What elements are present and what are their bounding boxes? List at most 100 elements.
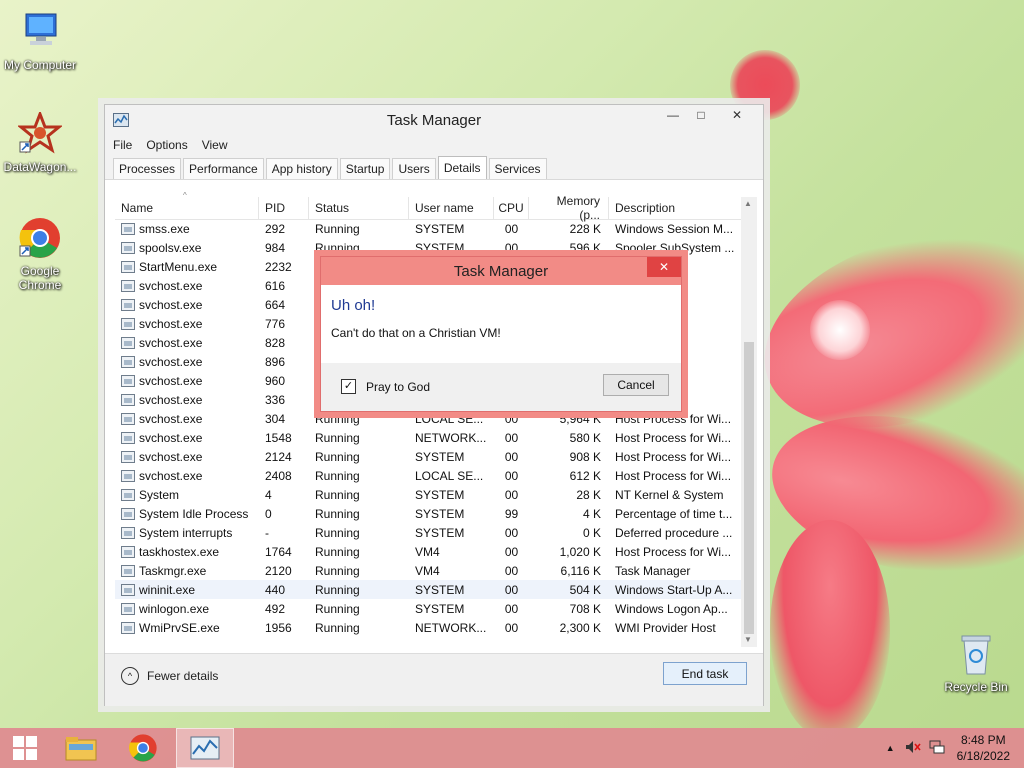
table-row[interactable]: System 4 Running SYSTEM 00 28 K NT Kernel & Sy… [115,485,741,504]
tab-services[interactable]: Services [488,158,547,179]
process-name-text: svchost.exe [139,297,203,312]
dialog-body: Uh oh! Can't do that on a Christian VM! [321,285,681,363]
process-name: svchost.exe [115,355,259,369]
tab-details[interactable]: Details [437,156,487,179]
tab-users[interactable]: Users [392,158,436,179]
checkbox-checked-icon: ✓ [341,379,356,394]
desktop-icon-google-chrome[interactable]: Google Chrome [0,216,80,292]
process-cpu: 00 [504,240,519,255]
process-description: Host Process for Wi... [615,449,732,464]
menu-options[interactable]: Options [146,138,187,152]
taskbar-chrome[interactable] [118,728,168,768]
process-icon [121,279,135,292]
process-pid: 1764 [265,544,292,559]
process-name-text: svchost.exe [139,354,203,369]
table-row[interactable]: svchost.exe 1548 Running NETWORK... 00 580 K H… [115,428,741,447]
taskbar-task-manager[interactable] [176,728,234,768]
speaker-muted-icon[interactable] [905,740,921,757]
maximize-button[interactable]: □ [687,105,715,125]
table-row[interactable]: System Idle Process 0 Running SYSTEM 99 4 K Pe… [115,504,741,523]
process-name: svchost.exe [115,298,259,312]
table-row[interactable]: smss.exe 292 Running SYSTEM 00 228 K Windows S… [115,219,741,238]
scroll-up-icon[interactable]: ▲ [744,199,752,208]
vertical-scrollbar[interactable]: ▲ ▼ [741,197,757,647]
desktop-icon-my-computer[interactable]: My Computer [0,10,80,72]
chrome-icon [18,216,62,260]
table-row[interactable]: svchost.exe 2408 Running LOCAL SE... 00 612 K… [115,466,741,485]
process-name: wininit.exe [115,583,259,597]
show-hidden-icons-icon[interactable]: ▲ [886,743,895,753]
process-pid: 1956 [265,620,292,635]
table-row[interactable]: System interrupts - Running SYSTEM 00 0 K Defe… [115,523,741,542]
scroll-down-icon[interactable]: ▼ [744,635,752,644]
process-pid: 1548 [265,430,292,445]
process-user: SYSTEM [415,221,465,236]
column-header-user-name[interactable]: User name [409,197,494,219]
process-description: Host Process for Wi... [615,468,732,483]
end-task-button[interactable]: End task [663,662,747,685]
process-name-text: svchost.exe [139,468,203,483]
clock[interactable]: 8:48 PM 6/18/2022 [957,732,1010,764]
column-header-pid[interactable]: PID [259,197,309,219]
column-header-memory[interactable]: Memory (p... [529,194,609,222]
process-name-text: wininit.exe [139,582,196,597]
desktop-icon-label: Recycle Bin [944,680,1008,694]
window-titlebar[interactable]: Task Manager — □ ✕ [105,105,763,135]
dialog-footer: ✓ Pray to God Cancel [321,363,681,411]
process-name: spoolsv.exe [115,241,259,255]
process-pid: 2232 [265,259,292,274]
process-user: SYSTEM [415,240,465,255]
dialog-titlebar[interactable]: Task Manager ✕ [321,257,681,285]
process-name-text: svchost.exe [139,335,203,350]
taskbar-file-explorer[interactable] [56,728,106,768]
column-header-cpu[interactable]: CPU [494,197,529,219]
task-manager-icon [113,113,129,127]
tab-performance[interactable]: Performance [183,158,264,179]
column-header-description[interactable]: Description [609,197,741,219]
menu-file[interactable]: File [113,138,132,152]
process-cpu: 00 [504,582,519,597]
column-header-name[interactable]: Name ^ [115,191,259,219]
process-description: Host Process for Wi... [615,411,732,426]
process-status: Running [315,601,360,616]
process-icon [121,374,135,387]
network-icon[interactable] [929,740,945,757]
table-row[interactable]: WmiPrvSE.exe 1956 Running NETWORK... 00 2,300… [115,618,741,637]
tab-startup[interactable]: Startup [339,158,391,179]
scrollbar-thumb[interactable] [744,342,754,634]
start-button[interactable] [0,728,50,768]
table-row[interactable]: wininit.exe 440 Running SYSTEM 00 504 K Window… [115,580,741,599]
process-name-text: smss.exe [139,221,190,236]
pray-checkbox[interactable]: ✓ Pray to God [341,379,430,394]
sort-arrow-icon: ^ [183,191,187,200]
column-header-status[interactable]: Status [309,197,409,219]
process-name-text: WmiPrvSE.exe [139,620,220,635]
table-row[interactable]: svchost.exe 2124 Running SYSTEM 00 908 K Host … [115,447,741,466]
dialog-close-button[interactable]: ✕ [647,257,681,277]
process-name-text: svchost.exe [139,449,203,464]
fewer-details-button[interactable]: ^ Fewer details [121,667,218,685]
process-pid: 492 [265,601,286,616]
close-button[interactable]: ✕ [715,105,759,125]
menu-view[interactable]: View [202,138,228,152]
tab-processes[interactable]: Processes [113,158,182,179]
process-cpu: 00 [504,468,519,483]
process-icon [121,469,135,482]
desktop-icon-datawagon[interactable]: DataWagon... [0,109,80,174]
table-row[interactable]: winlogon.exe 492 Running SYSTEM 00 708 K Windo… [115,599,741,618]
process-description: Task Manager [615,563,691,578]
process-user: SYSTEM [415,601,465,616]
tab-app-history[interactable]: App history [265,158,338,179]
details-column-headers: Name ^ PID Status User name CPU Memory (… [115,191,741,222]
recycle-bin-icon [954,632,998,676]
table-row[interactable]: spoolsv.exe 984 Running SYSTEM 00 596 K Spoole… [115,238,741,257]
cancel-button[interactable]: Cancel [603,374,669,396]
process-name: smss.exe [115,222,259,236]
process-memory: 908 K [569,449,601,464]
process-name-text: StartMenu.exe [139,259,218,274]
desktop-icon-recycle-bin[interactable]: Recycle Bin [936,632,1016,694]
table-row[interactable]: taskhostex.exe 1764 Running VM4 00 1,020 K Hos… [115,542,741,561]
process-status: Running [315,582,360,597]
table-row[interactable]: Taskmgr.exe 2120 Running VM4 00 6,116 K Task M… [115,561,741,580]
minimize-button[interactable]: — [659,105,687,125]
